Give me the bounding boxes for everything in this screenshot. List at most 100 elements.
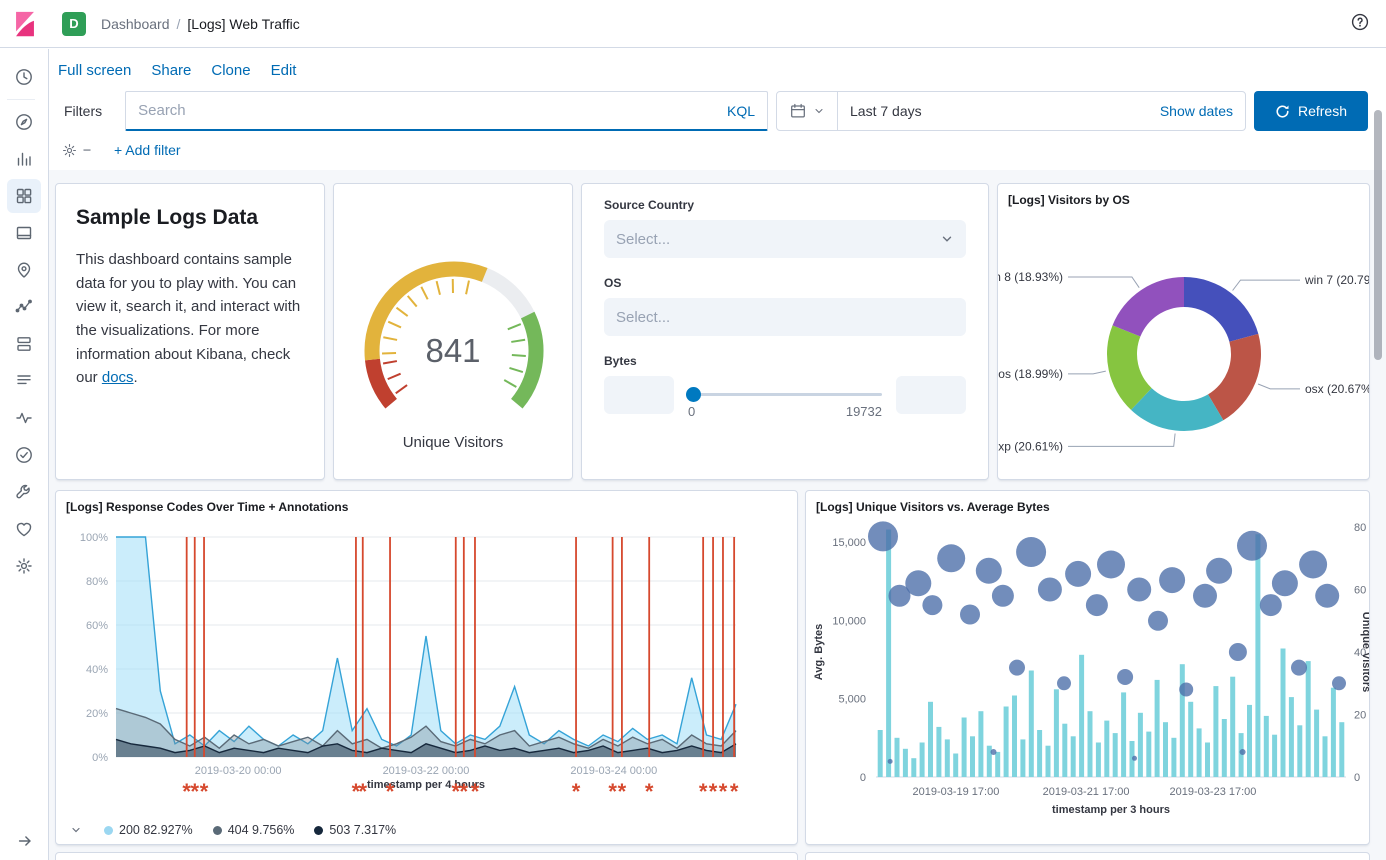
response-codes-area-chart[interactable]: 0%20%40%60%80%100%2019-03-20 00:002019-0… [56,517,797,812]
kibana-logo[interactable] [0,11,49,37]
maps-icon [14,260,34,280]
scrollbar-thumb[interactable] [1374,110,1382,360]
svg-text:timestamp per 3 hours: timestamp per 3 hours [1052,804,1170,816]
arrow-right-icon [16,832,34,850]
legend-label: 503 7.317% [329,823,396,837]
kibana-logo-icon [12,11,38,37]
legend-item-503[interactable]: 503 7.317% [314,823,396,837]
show-dates-button[interactable]: Show dates [1160,103,1245,119]
bytes-max-input[interactable] [896,376,966,414]
kql-selector[interactable]: KQL [715,103,767,119]
breadcrumb-dashboard[interactable]: Dashboard [101,16,170,32]
sidebar-item-uptime[interactable] [7,438,41,472]
edit-button[interactable]: Edit [271,62,297,79]
breadcrumb-current: [Logs] Web Traffic [187,16,299,32]
help-menu-button[interactable] [1348,10,1372,37]
panel-sample-logs-data: Sample Logs Data This dashboard contains… [55,183,325,480]
legend-item-404[interactable]: 404 9.756% [213,823,295,837]
svg-text:osx (20.67%): osx (20.67%) [1305,382,1369,396]
sidebar-item-maps[interactable] [7,253,41,287]
sidebar-item-dashboard[interactable] [7,179,41,213]
svg-text:80: 80 [1354,522,1366,534]
chevron-down-icon [82,145,92,155]
sidebar-item-dev-tools[interactable] [7,475,41,509]
uptime-icon [14,445,34,465]
calendar-icon [789,102,807,120]
gauge-value: 841 [334,332,572,370]
management-icon [14,556,34,576]
sidebar-item-apm[interactable] [7,401,41,435]
svg-text:40%: 40% [86,664,108,676]
source-country-select[interactable]: Select... [604,220,966,258]
svg-text:5,000: 5,000 [838,694,866,706]
calendar-dropdown-button[interactable] [777,92,838,130]
svg-text:60%: 60% [86,620,108,632]
dashboard-icon [14,186,34,206]
breadcrumb-separator: / [177,16,181,32]
svg-text:2019-03-24 00:00: 2019-03-24 00:00 [570,765,657,777]
full-screen-button[interactable]: Full screen [58,62,131,79]
share-button[interactable]: Share [151,62,191,79]
svg-text:*: * [709,779,718,804]
svg-text:win 8 (18.93%): win 8 (18.93%) [998,270,1063,284]
filters-button[interactable]: Filters [49,91,117,131]
svg-text:*: * [386,779,395,804]
visitors-vs-bytes-chart[interactable]: 05,00010,00015,0000204060802019-03-19 17… [806,515,1369,835]
discover-icon [14,112,34,132]
os-select[interactable]: Select... [604,298,966,336]
monitoring-icon [14,519,34,539]
bytes-slider[interactable]: 0 19732 [688,376,882,414]
panel-response-codes: [Logs] Response Codes Over Time + Annota… [55,490,798,845]
sidebar-item-management[interactable] [7,549,41,583]
add-filter-button[interactable]: + Add filter [114,142,181,158]
svg-text:*: * [645,779,654,804]
space-avatar[interactable]: D [62,12,86,36]
sidebar-item-machine-learning[interactable] [7,290,41,324]
infrastructure-icon [14,334,34,354]
svg-text:15,000: 15,000 [832,537,866,549]
bytes-slider-track[interactable] [688,393,882,396]
legend-collapse-button[interactable] [70,824,82,836]
clock-icon [14,67,34,87]
sidebar-collapse-button[interactable] [0,832,49,850]
source-country-placeholder: Select... [616,231,670,248]
svg-text:Unique Visitors: Unique Visitors [1360,612,1369,692]
canvas-icon [14,223,34,243]
search-input[interactable] [126,102,715,119]
time-range-value[interactable]: Last 7 days [838,103,922,119]
top-header: D Dashboard / [Logs] Web Traffic [0,0,1386,48]
svg-text:2019-03-20 00:00: 2019-03-20 00:00 [195,765,282,777]
visitors-by-os-donut-chart[interactable]: win 7 (20.79%)osx (20.67%)win xp (20.61%… [998,196,1369,479]
help-icon [1350,12,1370,32]
filter-settings-button[interactable] [61,142,92,159]
os-label: OS [604,276,966,290]
svg-text:*: * [719,779,728,804]
filter-bar: + Add filter [49,131,1386,169]
clone-button[interactable]: Clone [211,62,250,79]
panel-controls: Source Country Select... OS Select... By… [581,183,989,480]
sidebar-item-visualize[interactable] [7,142,41,176]
docs-link[interactable]: docs [102,369,134,386]
bytes-slider-max-label: 19732 [846,404,882,419]
bytes-min-input[interactable] [604,376,674,414]
sidebar-item-recently-viewed[interactable] [7,60,41,94]
sidebar-item-discover[interactable] [7,105,41,139]
svg-text:*: * [608,779,617,804]
refresh-button[interactable]: Refresh [1254,91,1368,131]
chart-legend: 200 82.927% 404 9.756% 503 7.317% [70,823,396,837]
legend-item-200[interactable]: 200 82.927% [104,823,193,837]
svg-text:*: * [572,779,581,804]
svg-text:Avg. Bytes: Avg. Bytes [813,624,825,680]
sample-logs-body: This dashboard contains sample data for … [76,248,304,390]
time-picker: Last 7 days Show dates [776,91,1246,131]
visitors-vs-bytes-title: [Logs] Unique Visitors vs. Average Bytes [806,491,1369,518]
bytes-slider-handle[interactable] [686,387,701,402]
sidebar-item-monitoring[interactable] [7,512,41,546]
sidebar-item-logs[interactable] [7,364,41,398]
sidebar-item-canvas[interactable] [7,216,41,250]
svg-text:0%: 0% [92,752,108,764]
svg-text:*: * [471,779,480,804]
os-placeholder: Select... [616,309,670,326]
svg-text:ios (18.99%): ios (18.99%) [998,367,1063,381]
sidebar-item-infrastructure[interactable] [7,327,41,361]
